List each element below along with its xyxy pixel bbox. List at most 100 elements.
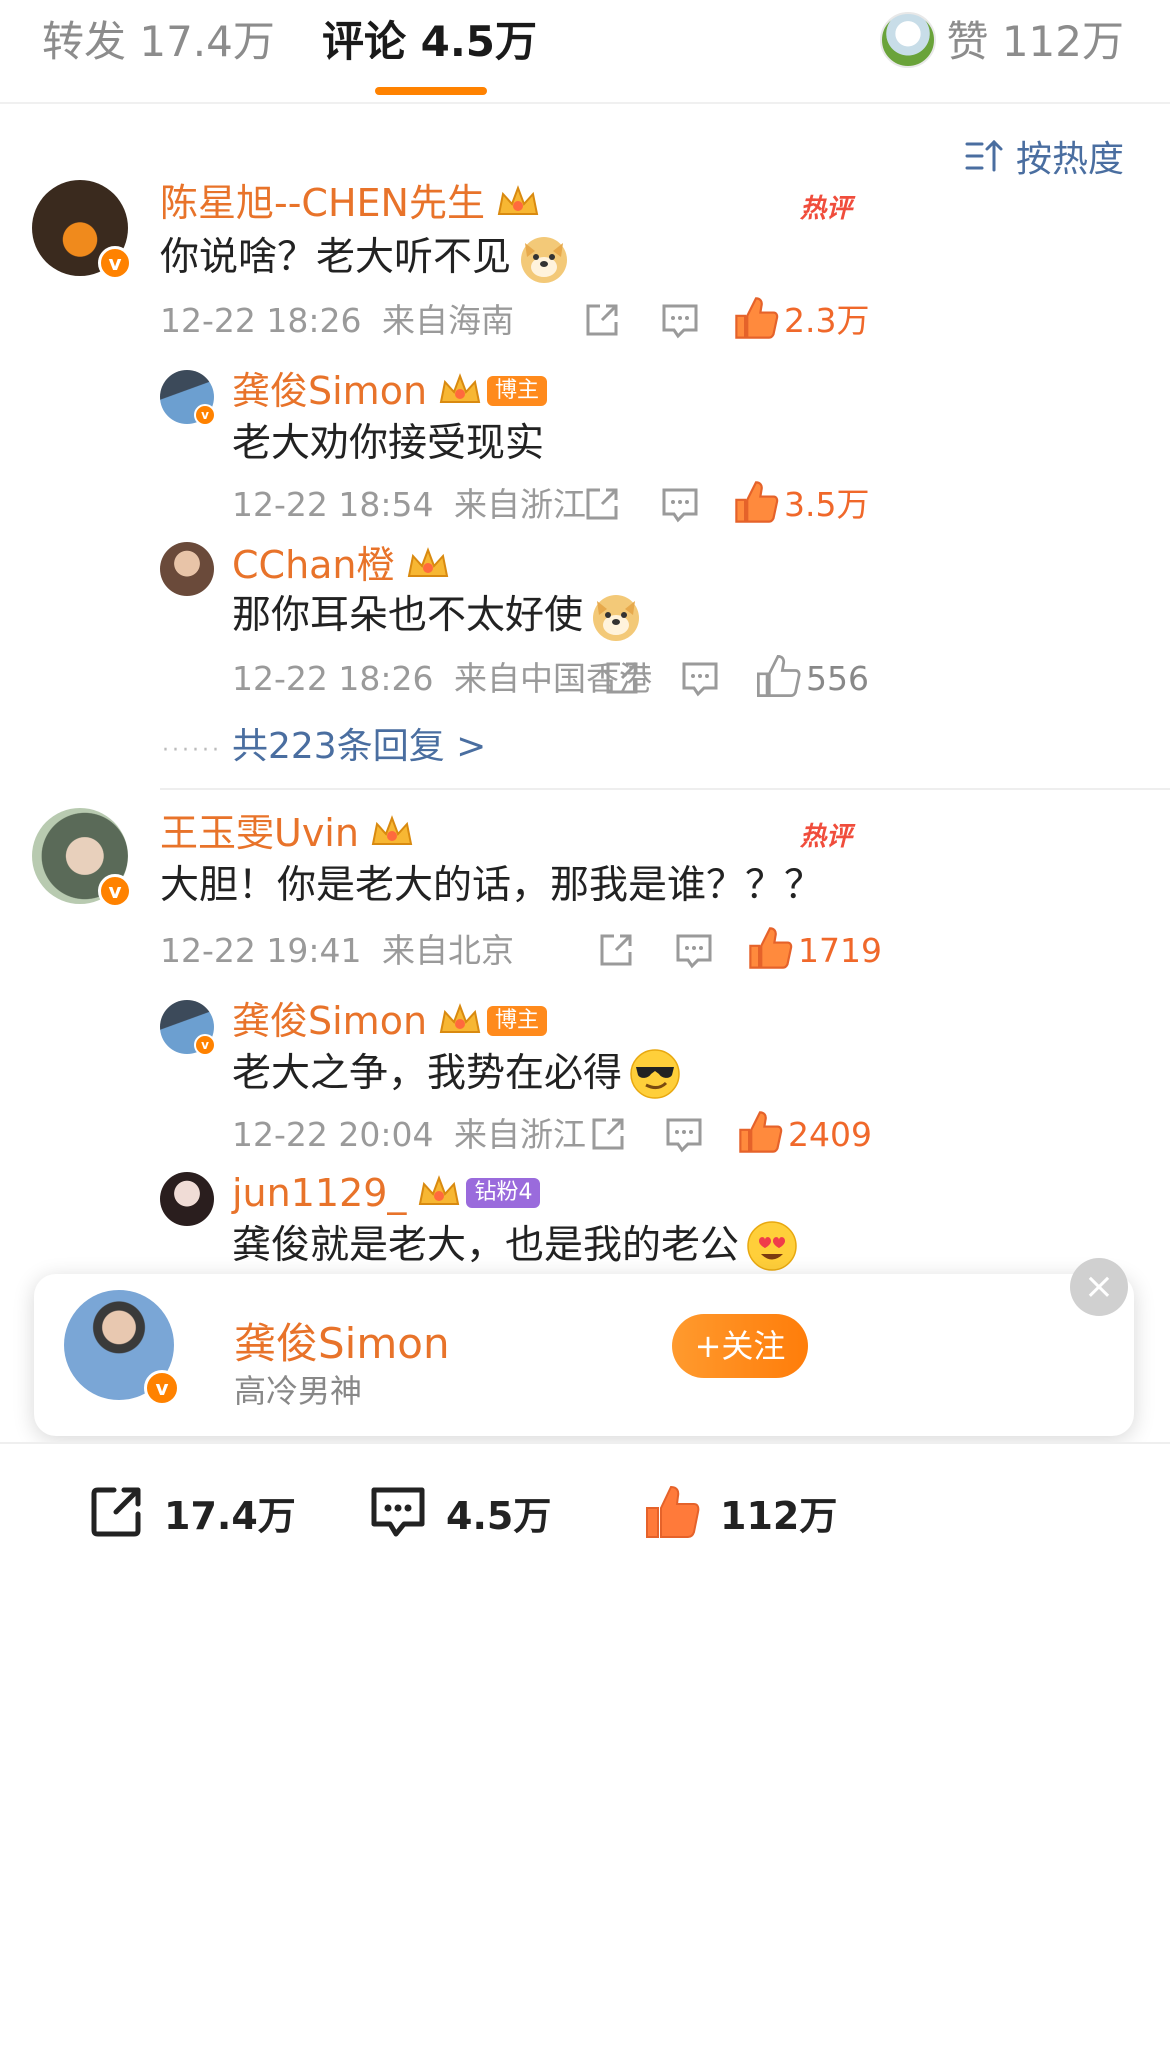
- comment-username[interactable]: 陈星旭--CHEN先生: [160, 178, 541, 228]
- bottom-repost-button[interactable]: 17.4万: [86, 1472, 296, 1552]
- reply-meta: 12-22 18:26 来自中国香港: [232, 656, 652, 702]
- reply-username[interactable]: jun1129_ 钻粉4: [232, 1168, 541, 1218]
- bottom-like-count: 112万: [720, 1493, 838, 1538]
- comment-time: 12-22 19:41: [160, 931, 362, 970]
- avatar[interactable]: v: [160, 370, 216, 426]
- crown-icon: [405, 546, 451, 584]
- share-icon[interactable]: [586, 1112, 630, 1156]
- cool-emoji-icon: [628, 1047, 682, 1101]
- like-count: 2409: [788, 1115, 872, 1154]
- top-tab-bar: 转发 17.4万 评论 4.5万 赞 112万: [0, 0, 1170, 104]
- crown-icon: [437, 1002, 483, 1040]
- bottom-comment-button[interactable]: 4.5万: [368, 1472, 551, 1552]
- reply-username[interactable]: CChan橙: [232, 540, 451, 590]
- comment-text-body: 你说啥？老大听不见: [160, 235, 512, 280]
- username-text: CChan橙: [232, 543, 395, 587]
- reply-source: 来自浙江: [453, 1115, 586, 1154]
- fan-level-tag: 钻粉4: [466, 1178, 541, 1208]
- comment-source: 来自海南: [381, 301, 514, 340]
- doge-emoji-icon: [517, 231, 571, 285]
- thumbs-up-icon[interactable]: [746, 924, 794, 972]
- comment-text: 大胆！你是老大的话，那我是谁？？？: [160, 863, 824, 908]
- liker-avatar[interactable]: [880, 12, 936, 68]
- more-replies-link[interactable]: 共223条回复 >: [232, 722, 486, 772]
- reply-text: 龚俊就是老大，也是我的老公: [232, 1218, 799, 1274]
- username-text: 王玉雯Uvin: [160, 811, 359, 855]
- comment-icon[interactable]: [662, 1112, 706, 1156]
- share-icon[interactable]: [580, 482, 624, 526]
- like-count: 1719: [798, 931, 882, 970]
- follow-card-description: 高冷男神: [234, 1372, 363, 1410]
- comment-divider: [160, 788, 1170, 790]
- verified-badge-icon: v: [144, 1370, 180, 1406]
- username-text: 龚俊Simon: [232, 999, 428, 1043]
- host-tag: 博主: [487, 1006, 548, 1036]
- follow-card-name[interactable]: 龚俊Simon: [234, 1310, 450, 1371]
- like-count: 556: [806, 659, 869, 698]
- crown-icon: [495, 184, 541, 222]
- doge-emoji-icon: [589, 589, 643, 643]
- reply-time: 12-22 20:04: [232, 1115, 434, 1154]
- thumbs-up-icon[interactable]: [732, 478, 780, 526]
- comment-icon[interactable]: [658, 482, 702, 526]
- follow-button[interactable]: +关注: [672, 1314, 808, 1378]
- bottom-comment-count: 4.5万: [446, 1493, 552, 1538]
- thumbs-up-icon[interactable]: [754, 652, 802, 700]
- reply-username[interactable]: 龚俊Simon 博主: [232, 996, 548, 1046]
- bottom-repost-count: 17.4万: [164, 1493, 296, 1538]
- thumbs-up-icon[interactable]: [732, 294, 780, 342]
- sort-button[interactable]: 按热度: [964, 128, 1124, 184]
- comment-icon[interactable]: [672, 928, 716, 972]
- crown-icon: [437, 372, 483, 410]
- avatar[interactable]: [160, 542, 214, 596]
- thumbs-up-icon[interactable]: [736, 1108, 784, 1156]
- comment-meta: 12-22 19:41 来自北京: [160, 928, 514, 974]
- reply-text: 那你耳朵也不太好使: [232, 588, 643, 644]
- thumbs-up-icon: [646, 1485, 700, 1538]
- comment-text: 你说啥？老大听不见: [160, 230, 571, 286]
- avatar[interactable]: v: [32, 180, 132, 280]
- share-icon[interactable]: [594, 928, 638, 972]
- sort-label: 按热度: [1015, 139, 1124, 180]
- like-count: 3.5万: [784, 485, 870, 524]
- crown-icon: [369, 814, 415, 852]
- comment-icon[interactable]: [678, 656, 722, 700]
- reply-meta: 12-22 18:54 来自浙江: [232, 482, 586, 528]
- like-count: 2.3万: [784, 301, 870, 340]
- avatar[interactable]: v: [160, 1000, 216, 1056]
- repost-icon: [91, 1487, 141, 1537]
- active-tab-indicator: [375, 87, 487, 95]
- hot-comment-badge: 热评: [800, 194, 853, 224]
- reply-meta: 12-22 20:04 来自浙江: [232, 1112, 586, 1158]
- close-icon[interactable]: ×: [1070, 1258, 1128, 1316]
- heart-eyes-emoji-icon: [745, 1219, 799, 1273]
- comment-username[interactable]: 王玉雯Uvin: [160, 808, 415, 858]
- sort-icon: [965, 139, 1003, 172]
- bottom-like-button[interactable]: 112万: [642, 1472, 837, 1552]
- comment-meta: 12-22 18:26 来自海南: [160, 298, 514, 344]
- comment-source: 来自北京: [381, 931, 514, 970]
- host-tag: 博主: [487, 376, 548, 406]
- verified-badge-icon: v: [194, 404, 216, 426]
- avatar[interactable]: v: [32, 808, 132, 908]
- username-text: jun1129_: [232, 1171, 407, 1215]
- follow-suggestion-card[interactable]: v 龚俊Simon 高冷男神 +关注: [34, 1274, 1134, 1436]
- tab-comment[interactable]: 评论 4.5万: [322, 12, 537, 72]
- reply-text: 老大之争，我势在必得: [232, 1046, 682, 1102]
- verified-badge-icon: v: [98, 246, 132, 280]
- tab-repost[interactable]: 转发 17.4万: [42, 12, 275, 72]
- tab-like[interactable]: 赞 112万: [946, 12, 1124, 72]
- username-text: 龚俊Simon: [232, 369, 428, 413]
- avatar[interactable]: [160, 1172, 214, 1226]
- share-icon[interactable]: [580, 298, 624, 342]
- reply-username[interactable]: 龚俊Simon 博主: [232, 366, 548, 416]
- comment-icon[interactable]: [658, 298, 702, 342]
- verified-badge-icon: v: [98, 874, 132, 908]
- hot-comment-badge: 热评: [800, 822, 853, 852]
- reply-text-body: 龚俊就是老大，也是我的老公: [232, 1223, 740, 1268]
- share-icon[interactable]: [600, 656, 644, 700]
- reply-time: 12-22 18:54: [232, 485, 434, 524]
- verified-badge-icon: v: [194, 1034, 216, 1056]
- reply-text-body: 老大之争，我势在必得: [232, 1051, 623, 1096]
- avatar[interactable]: v: [64, 1290, 180, 1406]
